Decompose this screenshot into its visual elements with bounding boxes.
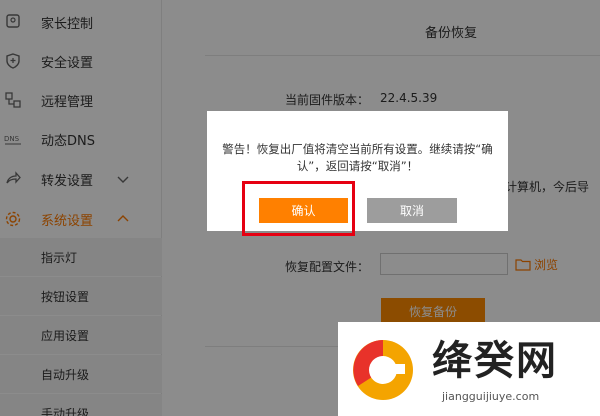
dialog-message: 警告！恢复出厂值将清空当前所有设置。继续请按“确认”，返回请按“取消”！ [222,142,493,173]
highlight-box [242,181,355,236]
watermark-title: 绛癸网 [432,338,558,384]
cancel-button[interactable]: 取消 [367,198,457,223]
watermark-logo-icon [353,340,413,400]
watermark: 绛癸网 jiangguijiuye.com [338,322,600,416]
watermark-subtitle: jiangguijiuye.com [442,390,540,403]
